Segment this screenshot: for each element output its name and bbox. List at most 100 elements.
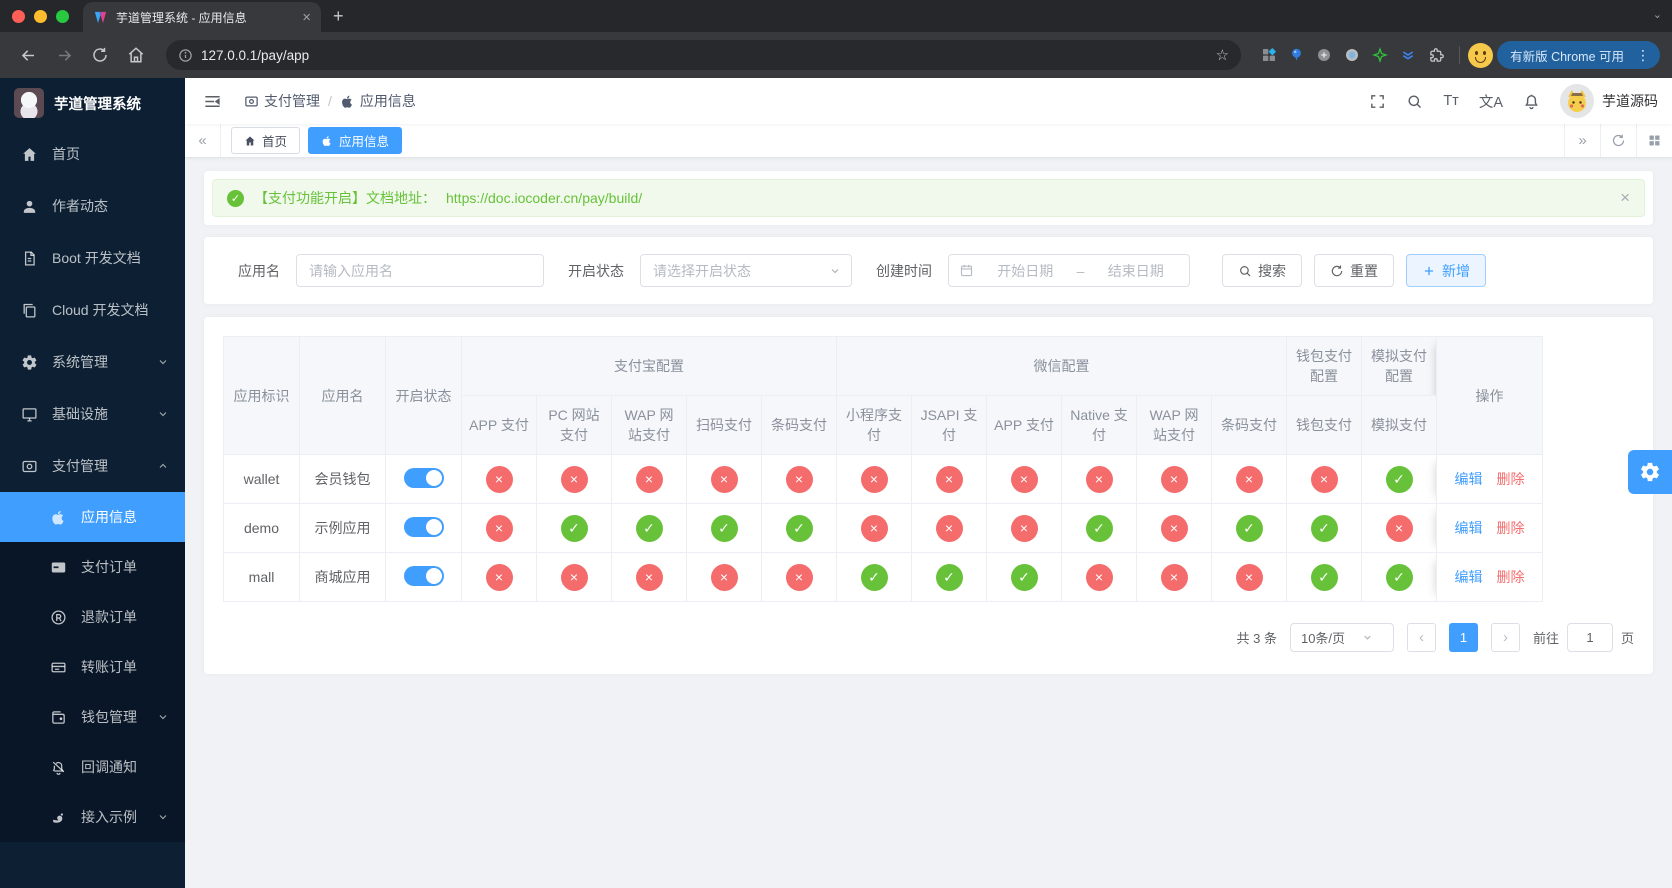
goto-page-input[interactable] [1566,623,1613,652]
reload-icon[interactable] [84,39,116,71]
tags-scroll-right-icon[interactable]: » [1564,124,1600,157]
collapse-menu-icon[interactable] [199,92,226,111]
payment-icon [21,458,38,475]
tags-layout-grid-icon[interactable] [1636,124,1672,157]
breadcrumb-pay[interactable]: 支付管理 [244,91,320,111]
delete-link[interactable]: 删除 [1497,471,1525,487]
window-minimize-button[interactable] [34,9,47,23]
date-range-picker[interactable]: 开始日期 – 结束日期 [948,254,1190,287]
channel-status-icon: × [485,465,513,493]
sidebar-item-cloud-docs[interactable]: Cloud 开发文档 [0,284,185,336]
search-icon[interactable] [1406,93,1423,110]
font-size-icon[interactable]: Tᴛ [1443,93,1459,109]
url-text[interactable]: 127.0.0.1/pay/app [201,48,1208,63]
search-button[interactable]: 搜索 [1222,254,1302,287]
sidebar-item-pay[interactable]: 支付管理 [0,440,185,492]
new-tab-button[interactable]: + [333,6,344,27]
chevron-down-icon [1349,632,1385,643]
home-icon [21,146,38,163]
prev-page-button[interactable]: ‹ [1406,623,1436,652]
sub-header: 条码支付 [1211,395,1287,455]
window-zoom-button[interactable] [56,9,69,23]
tags-refresh-icon[interactable] [1600,124,1636,157]
app-name-input[interactable] [296,254,544,287]
channel-status-icon: × [710,465,738,493]
address-bar[interactable]: 127.0.0.1/pay/app ☆ [166,40,1242,70]
browser-tab[interactable]: 芋道管理系统 - 应用信息 × [83,2,321,32]
sidebar-item-boot-docs[interactable]: Boot 开发文档 [0,232,185,284]
extension-icon-6[interactable] [1400,47,1416,63]
tags-scroll-left-icon[interactable]: « [185,124,221,157]
swan-icon [50,809,67,826]
table-row: demo 示例应用 × ✓ ✓ ✓ ✓ × × × ✓ × ✓ ✓ × 编辑 删… [223,503,1543,553]
sidebar-item-demo[interactable]: 接入示例 [0,792,185,842]
sidebar-item-author[interactable]: 作者动态 [0,180,185,232]
chevron-down-icon [157,408,169,420]
tag-home[interactable]: 首页 [231,127,301,154]
table-row: wallet 会员钱包 × × × × × × × × × × × × ✓ 编辑… [223,454,1543,504]
extension-icon-1[interactable] [1261,47,1277,63]
window-close-button[interactable] [12,9,25,23]
success-check-icon: ✓ [227,189,244,207]
app-logo[interactable]: 芋道管理系统 [0,78,185,128]
next-page-button[interactable]: › [1490,623,1520,652]
chrome-update-button[interactable]: 有新版 Chrome 可用 ⋮ [1497,41,1660,69]
extensions-puzzle-icon[interactable] [1428,47,1445,64]
channel-status-icon: × [1160,563,1188,591]
alert-close-icon[interactable]: × [1620,188,1630,208]
home-icon[interactable] [120,39,152,71]
notification-bell-icon[interactable] [1523,93,1540,110]
theme-settings-button[interactable] [1628,450,1672,494]
app-name-cell: 会员钱包 [299,454,386,504]
browser-menu-icon[interactable]: ⋮ [1632,47,1654,64]
extension-icon-3[interactable] [1316,47,1332,63]
status-select[interactable]: 请选择开启状态 [640,254,852,287]
app-name-cell: 商城应用 [299,552,386,602]
avatar [1560,84,1594,118]
forward-icon[interactable] [48,39,80,71]
sidebar-item-app-info[interactable]: 应用信息 [0,492,185,542]
col-header-status: 开启状态 [385,336,462,455]
bookmark-star-icon[interactable]: ☆ [1216,46,1229,64]
sidebar-item-infra[interactable]: 基础设施 [0,388,185,440]
site-info-icon[interactable] [178,48,193,63]
channel-status-icon: ✓ [935,563,963,591]
alert-doc-link[interactable]: https://doc.iocoder.cn/pay/build/ [446,190,642,206]
sidebar-item-pay-order[interactable]: 支付订单 [0,542,185,592]
user-menu[interactable]: 芋道源码 [1560,84,1658,118]
back-icon[interactable] [12,39,44,71]
channel-status-icon: × [710,563,738,591]
page-size-select[interactable]: 10条/页 [1289,623,1394,652]
registered-icon [50,609,67,626]
monitor-icon [21,406,38,423]
reset-button[interactable]: 重置 [1314,254,1394,287]
enabled-toggle[interactable] [403,516,444,537]
col-header-actions: 操作 [1436,336,1543,455]
create-button[interactable]: 新增 [1406,254,1486,287]
edit-link[interactable]: 编辑 [1455,520,1483,536]
page-number-1[interactable]: 1 [1448,623,1478,652]
sidebar-item-transfer-order[interactable]: 转账订单 [0,642,185,692]
extension-icon-5[interactable] [1372,47,1389,63]
locale-icon[interactable]: 文A [1479,91,1503,112]
fullscreen-icon[interactable] [1369,93,1386,110]
edit-link[interactable]: 编辑 [1455,471,1483,487]
delete-link[interactable]: 删除 [1497,520,1525,536]
extension-icon-2[interactable] [1289,47,1304,63]
sidebar-item-wallet[interactable]: 钱包管理 [0,692,185,742]
sub-header: JSAPI 支付 [911,395,987,455]
sidebar-item-system[interactable]: 系统管理 [0,336,185,388]
sidebar-item-callback[interactable]: 回调通知 [0,742,185,792]
tab-search-icon[interactable]: ⌄ [1653,8,1662,21]
tag-app-info[interactable]: 应用信息 [308,127,403,154]
delete-link[interactable]: 删除 [1497,569,1525,585]
enabled-toggle[interactable] [403,565,444,586]
browser-profile-avatar[interactable] [1468,42,1494,68]
sidebar-item-home[interactable]: 首页 [0,128,185,180]
sidebar-item-refund-order[interactable]: 退款订单 [0,592,185,642]
edit-link[interactable]: 编辑 [1455,569,1483,585]
tab-close-icon[interactable]: × [302,10,311,25]
sub-header: WAP 网站支付 [611,395,687,455]
enabled-toggle[interactable] [403,467,444,488]
extension-icon-4[interactable] [1344,47,1360,63]
